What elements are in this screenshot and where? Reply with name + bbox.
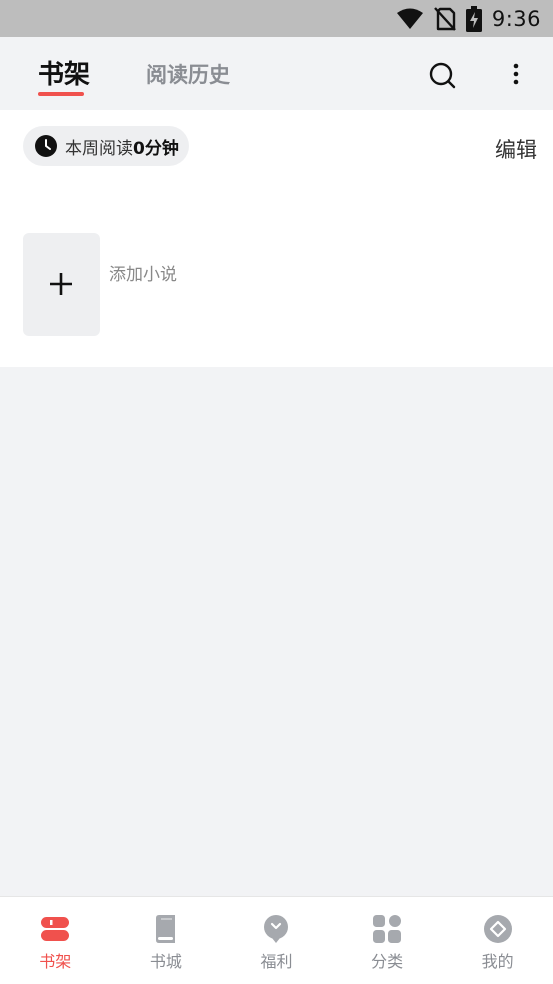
nav-item-bookstore[interactable]: 书城	[111, 897, 222, 984]
more-vert-icon[interactable]	[504, 61, 528, 89]
nav-item-category[interactable]: 分类	[332, 897, 443, 984]
nav-label-bookstore: 书城	[149, 952, 182, 971]
bookshelf-content: 本周阅读0分钟 编辑 添加小说	[0, 110, 553, 367]
add-novel-label[interactable]: 添加小说	[109, 260, 177, 285]
gift-bulb-icon	[264, 915, 289, 943]
clock-icon	[35, 135, 57, 157]
edit-button[interactable]: 编辑	[495, 134, 537, 164]
search-icon[interactable]	[428, 61, 456, 89]
active-tab-indicator	[38, 92, 84, 96]
tab-bookshelf[interactable]: 书架	[38, 54, 90, 91]
status-icons: 9:36	[396, 0, 541, 37]
nav-label-welfare: 福利	[260, 952, 293, 971]
bottom-navigation: 书架 书城 福利 分类 我的	[0, 896, 553, 984]
weekly-reading-value: 0分钟	[133, 138, 179, 159]
battery-charging-icon	[465, 5, 482, 32]
nav-label-profile: 我的	[481, 952, 514, 971]
status-time: 9:36	[491, 6, 541, 31]
add-novel-button[interactable]	[23, 233, 100, 336]
no-sim-icon	[433, 6, 456, 31]
grid-icon	[373, 915, 402, 943]
nav-label-bookshelf: 书架	[39, 952, 72, 971]
wifi-icon	[396, 8, 423, 29]
header: 书架 阅读历史	[0, 37, 553, 110]
profile-diamond-icon	[483, 915, 512, 943]
book-icon	[155, 915, 175, 943]
nav-item-bookshelf[interactable]: 书架	[0, 897, 111, 984]
status-bar: 9:36	[0, 0, 553, 37]
nav-item-profile[interactable]: 我的	[442, 897, 553, 984]
tab-reading-history[interactable]: 阅读历史	[146, 59, 230, 89]
nav-item-welfare[interactable]: 福利	[221, 897, 332, 984]
weekly-reading-label: 本周阅读	[65, 138, 133, 159]
nav-label-category: 分类	[371, 952, 404, 971]
weekly-reading-badge: 本周阅读0分钟	[23, 126, 189, 166]
bookshelf-icon	[41, 917, 70, 941]
plus-icon	[50, 273, 72, 295]
